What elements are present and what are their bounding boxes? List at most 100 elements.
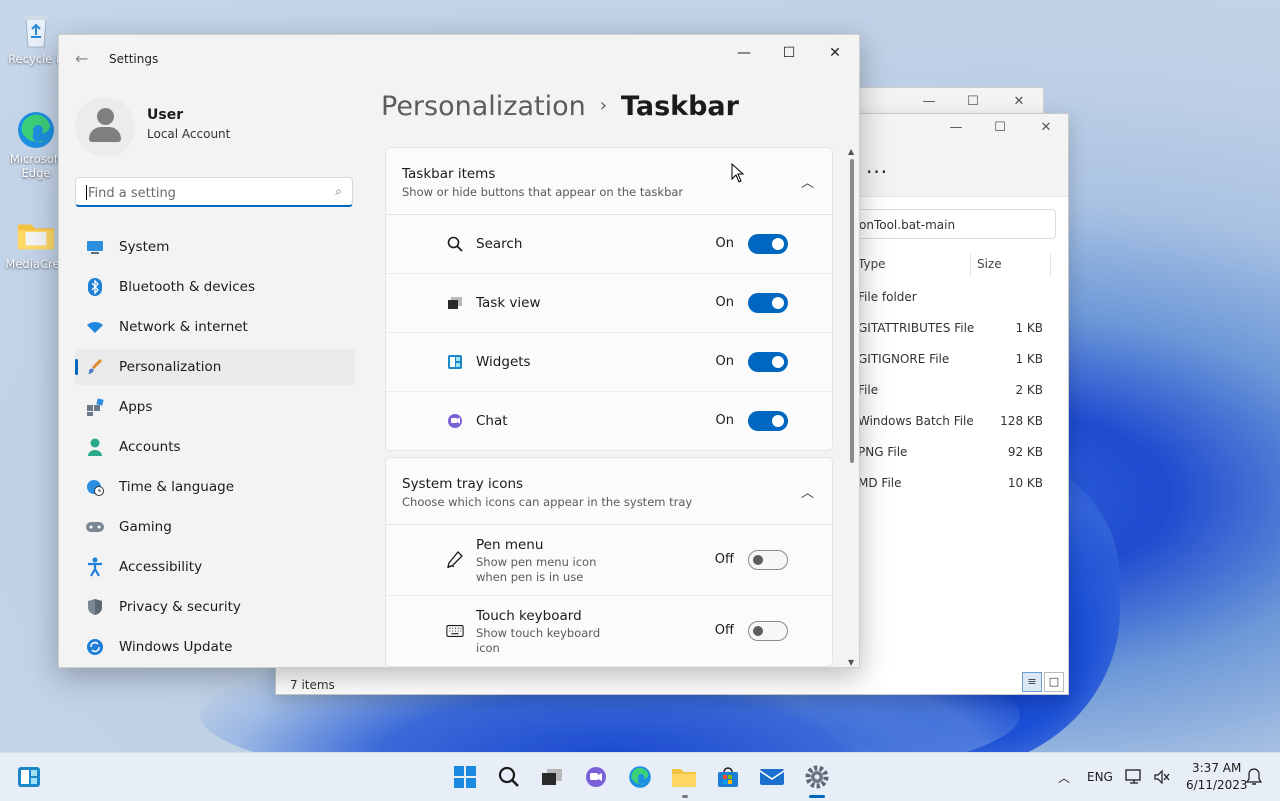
section-title: System tray icons bbox=[402, 476, 524, 492]
sidebar-item-system[interactable]: System bbox=[75, 229, 355, 265]
monitor-icon bbox=[85, 237, 105, 257]
section-subtitle: Choose which icons can appear in the sys… bbox=[402, 495, 693, 509]
file-size: 92 KB bbox=[1007, 445, 1043, 459]
breadcrumb-parent[interactable]: Personalization bbox=[381, 91, 586, 122]
option-touch-keyboard: Touch keyboard Show touch keyboard icon … bbox=[386, 596, 832, 666]
sidebar-item-privacy[interactable]: Privacy & security bbox=[75, 589, 355, 625]
section-header[interactable]: Taskbar items Show or hide buttons that … bbox=[386, 148, 832, 215]
chevron-up-icon[interactable]: ︿ bbox=[1058, 769, 1070, 786]
page-title: Taskbar bbox=[620, 91, 739, 122]
clock-date[interactable]: 6/11/2023 bbox=[1186, 778, 1248, 792]
search-icon[interactable] bbox=[494, 762, 524, 792]
file-size: 10 KB bbox=[1007, 476, 1043, 490]
maximize-icon[interactable]: ☐ bbox=[963, 92, 983, 112]
task-view-toggle[interactable] bbox=[748, 293, 788, 313]
globe-clock-icon bbox=[85, 477, 105, 497]
settings-icon[interactable] bbox=[802, 762, 832, 792]
widgets-icon[interactable] bbox=[14, 762, 44, 792]
sidebar-item-windows-update[interactable]: Windows Update bbox=[75, 629, 355, 665]
sidebar-item-label: Accessibility bbox=[119, 559, 203, 575]
sidebar-item-accessibility[interactable]: Accessibility bbox=[75, 549, 355, 585]
chat-icon bbox=[446, 412, 464, 430]
file-row[interactable]: MD File 10 KB bbox=[858, 476, 1043, 496]
edge-icon bbox=[16, 110, 56, 150]
column-separator[interactable] bbox=[1050, 254, 1051, 276]
widgets-icon bbox=[446, 353, 464, 371]
pen-icon bbox=[446, 551, 464, 569]
content-scrollbar[interactable]: ▲ ▼ bbox=[848, 147, 856, 667]
mail-icon[interactable] bbox=[757, 762, 787, 792]
settings-search-box[interactable]: ⌕ bbox=[75, 177, 353, 207]
avatar bbox=[75, 97, 135, 157]
more-options-button[interactable]: ... bbox=[866, 154, 888, 178]
task-view-icon[interactable] bbox=[537, 762, 567, 792]
touch-keyboard-toggle[interactable] bbox=[748, 621, 788, 641]
settings-window: ← Settings — ☐ ✕ User Local Account ⌕ Sy… bbox=[58, 34, 860, 668]
file-explorer-icon[interactable] bbox=[669, 762, 699, 792]
file-type: Windows Batch File bbox=[858, 414, 974, 428]
settings-content: Taskbar items Show or hide buttons that … bbox=[385, 147, 833, 667]
accessibility-icon bbox=[85, 557, 105, 577]
widgets-toggle[interactable] bbox=[748, 352, 788, 372]
breadcrumb-separator: › bbox=[599, 95, 607, 116]
back-arrow-icon[interactable]: ← bbox=[75, 49, 88, 68]
chevron-up-icon[interactable]: ︿ bbox=[801, 482, 814, 501]
volume-muted-icon[interactable] bbox=[1150, 762, 1174, 792]
chevron-up-icon[interactable]: ︿ bbox=[801, 172, 814, 191]
network-icon[interactable] bbox=[1122, 762, 1146, 792]
close-icon[interactable]: ✕ bbox=[823, 43, 847, 63]
minimize-icon[interactable]: — bbox=[946, 118, 966, 138]
start-icon[interactable] bbox=[450, 762, 480, 792]
store-icon[interactable] bbox=[713, 762, 743, 792]
sidebar-item-gaming[interactable]: Gaming bbox=[75, 509, 355, 545]
language-indicator[interactable]: ENG bbox=[1087, 770, 1113, 784]
search-icon[interactable]: ⌕ bbox=[335, 184, 342, 199]
file-row[interactable]: File 2 KB bbox=[858, 383, 1043, 403]
sidebar-item-label: Accounts bbox=[119, 439, 181, 455]
column-header-type[interactable]: Type bbox=[858, 257, 886, 271]
sidebar-item-apps[interactable]: Apps bbox=[75, 389, 355, 425]
sidebar-item-network[interactable]: Network & internet bbox=[75, 309, 355, 345]
scroll-up-icon[interactable]: ▲ bbox=[848, 147, 854, 156]
account-type: Local Account bbox=[147, 127, 231, 141]
sidebar-item-time-language[interactable]: Time & language bbox=[75, 469, 355, 505]
file-row[interactable]: Windows Batch File 128 KB bbox=[858, 414, 1043, 434]
sidebar-item-accounts[interactable]: Accounts bbox=[75, 429, 355, 465]
maximize-icon[interactable]: ☐ bbox=[990, 118, 1010, 138]
file-row[interactable]: GITIGNORE File 1 KB bbox=[858, 352, 1043, 372]
close-icon[interactable]: ✕ bbox=[1036, 118, 1056, 138]
search-icon bbox=[446, 235, 464, 253]
chat-icon[interactable] bbox=[581, 762, 611, 792]
option-widgets: Widgets On bbox=[386, 333, 832, 392]
search-toggle[interactable] bbox=[748, 234, 788, 254]
minimize-icon[interactable]: — bbox=[732, 43, 756, 63]
task-view-icon bbox=[446, 294, 464, 312]
section-header[interactable]: System tray icons Choose which icons can… bbox=[386, 458, 832, 525]
user-name: User bbox=[147, 107, 184, 123]
column-separator[interactable] bbox=[970, 254, 971, 276]
section-system-tray-icons: System tray icons Choose which icons can… bbox=[385, 457, 833, 667]
file-row[interactable]: PNG File 92 KB bbox=[858, 445, 1043, 465]
address-bar[interactable]: onTool.bat-main bbox=[846, 209, 1056, 239]
clock-time[interactable]: 3:37 AM bbox=[1192, 761, 1241, 775]
apps-icon bbox=[85, 397, 105, 417]
details-view-icon[interactable]: ≡ bbox=[1022, 672, 1042, 692]
chat-toggle[interactable] bbox=[748, 411, 788, 431]
breadcrumb: Personalization › Taskbar bbox=[381, 91, 739, 122]
tiles-view-icon[interactable]: □ bbox=[1044, 672, 1064, 692]
active-app-indicator bbox=[809, 795, 825, 798]
scroll-down-icon[interactable]: ▼ bbox=[848, 658, 854, 667]
sidebar-item-personalization[interactable]: Personalization bbox=[75, 349, 355, 385]
close-icon[interactable]: ✕ bbox=[1009, 92, 1029, 112]
sidebar-item-bluetooth[interactable]: Bluetooth & devices bbox=[75, 269, 355, 305]
maximize-icon[interactable]: ☐ bbox=[777, 43, 801, 63]
edge-icon[interactable] bbox=[625, 762, 655, 792]
file-row[interactable]: GITATTRIBUTES File 1 KB bbox=[858, 321, 1043, 341]
pen-menu-toggle[interactable] bbox=[748, 550, 788, 570]
search-input[interactable] bbox=[86, 182, 320, 204]
notification-icon[interactable] bbox=[1242, 762, 1266, 792]
column-header-size[interactable]: Size bbox=[977, 257, 1002, 271]
scrollbar-thumb[interactable] bbox=[850, 159, 854, 463]
file-row[interactable]: File folder bbox=[858, 290, 1043, 310]
minimize-icon[interactable]: — bbox=[919, 92, 939, 112]
